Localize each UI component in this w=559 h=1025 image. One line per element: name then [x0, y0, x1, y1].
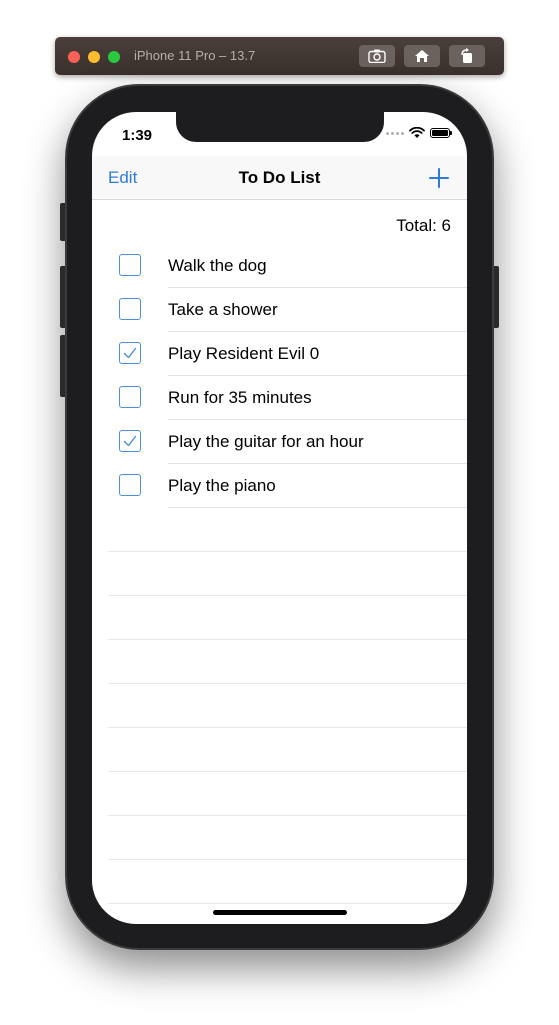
todo-row[interactable]: Take a shower — [92, 288, 467, 332]
empty-row — [92, 684, 467, 728]
minimize-window-button[interactable] — [88, 51, 100, 63]
empty-row — [92, 772, 467, 816]
empty-row — [92, 728, 467, 772]
checkmark-icon — [123, 347, 137, 359]
navigation-bar: Edit To Do List — [92, 156, 467, 200]
todo-row[interactable]: Play Resident Evil 0 — [92, 332, 467, 376]
todo-checkbox[interactable] — [119, 254, 141, 276]
empty-row — [92, 552, 467, 596]
todo-checkbox[interactable] — [119, 342, 141, 364]
home-button[interactable] — [404, 45, 440, 67]
rotate-icon — [461, 48, 472, 63]
checkmark-icon — [123, 435, 137, 447]
home-indicator[interactable] — [213, 910, 347, 915]
empty-row — [92, 860, 467, 904]
todo-checkbox[interactable] — [119, 298, 141, 320]
simulator-title: iPhone 11 Pro – 13.7 — [134, 48, 256, 63]
todo-label: Play the piano — [168, 476, 276, 495]
wifi-icon — [409, 127, 425, 138]
todo-checkbox[interactable] — [119, 430, 141, 452]
total-count: Total: 6 — [396, 216, 451, 235]
signal-icon — [386, 131, 404, 135]
notch — [176, 112, 384, 142]
rotate-button[interactable] — [449, 45, 485, 67]
page-title: To Do List — [238, 168, 321, 187]
status-time: 1:39 — [122, 127, 153, 144]
todo-checkbox[interactable] — [119, 474, 141, 496]
screenshot-button[interactable] — [359, 45, 395, 67]
phone-screen: 1:39 Edit To Do List Total: 6 Walk the d… — [92, 112, 467, 924]
todo-row[interactable]: Play the piano — [92, 464, 467, 508]
todo-label: Walk the dog — [168, 256, 267, 275]
battery-icon — [430, 128, 452, 138]
todo-label: Take a shower — [168, 300, 278, 319]
empty-row — [92, 508, 467, 552]
empty-rows — [92, 508, 467, 904]
home-icon — [415, 50, 429, 62]
todo-label: Play Resident Evil 0 — [168, 344, 320, 363]
todo-checkbox[interactable] — [119, 386, 141, 408]
todo-label: Play the guitar for an hour — [168, 432, 364, 451]
todo-list: Walk the dog Take a shower Play Resident E… — [92, 244, 467, 508]
plus-icon — [429, 168, 449, 188]
todo-row[interactable]: Run for 35 minutes — [92, 376, 467, 420]
empty-row — [92, 640, 467, 684]
simulator-title-bar: iPhone 11 Pro – 13.7 — [55, 37, 504, 75]
empty-row — [92, 816, 467, 860]
todo-row[interactable]: Walk the dog — [92, 244, 467, 288]
todo-row[interactable]: Play the guitar for an hour — [92, 420, 467, 464]
todo-label: Run for 35 minutes — [168, 388, 312, 407]
empty-row — [92, 596, 467, 640]
add-button[interactable] — [425, 164, 453, 192]
screenshot-icon — [368, 49, 386, 63]
simulator-stage: iPhone 11 Pro – 13.7 1:39 Edit To Do Lis… — [0, 0, 559, 1025]
status-icons — [386, 127, 452, 139]
zoom-window-button[interactable] — [108, 51, 120, 63]
close-window-button[interactable] — [68, 51, 80, 63]
